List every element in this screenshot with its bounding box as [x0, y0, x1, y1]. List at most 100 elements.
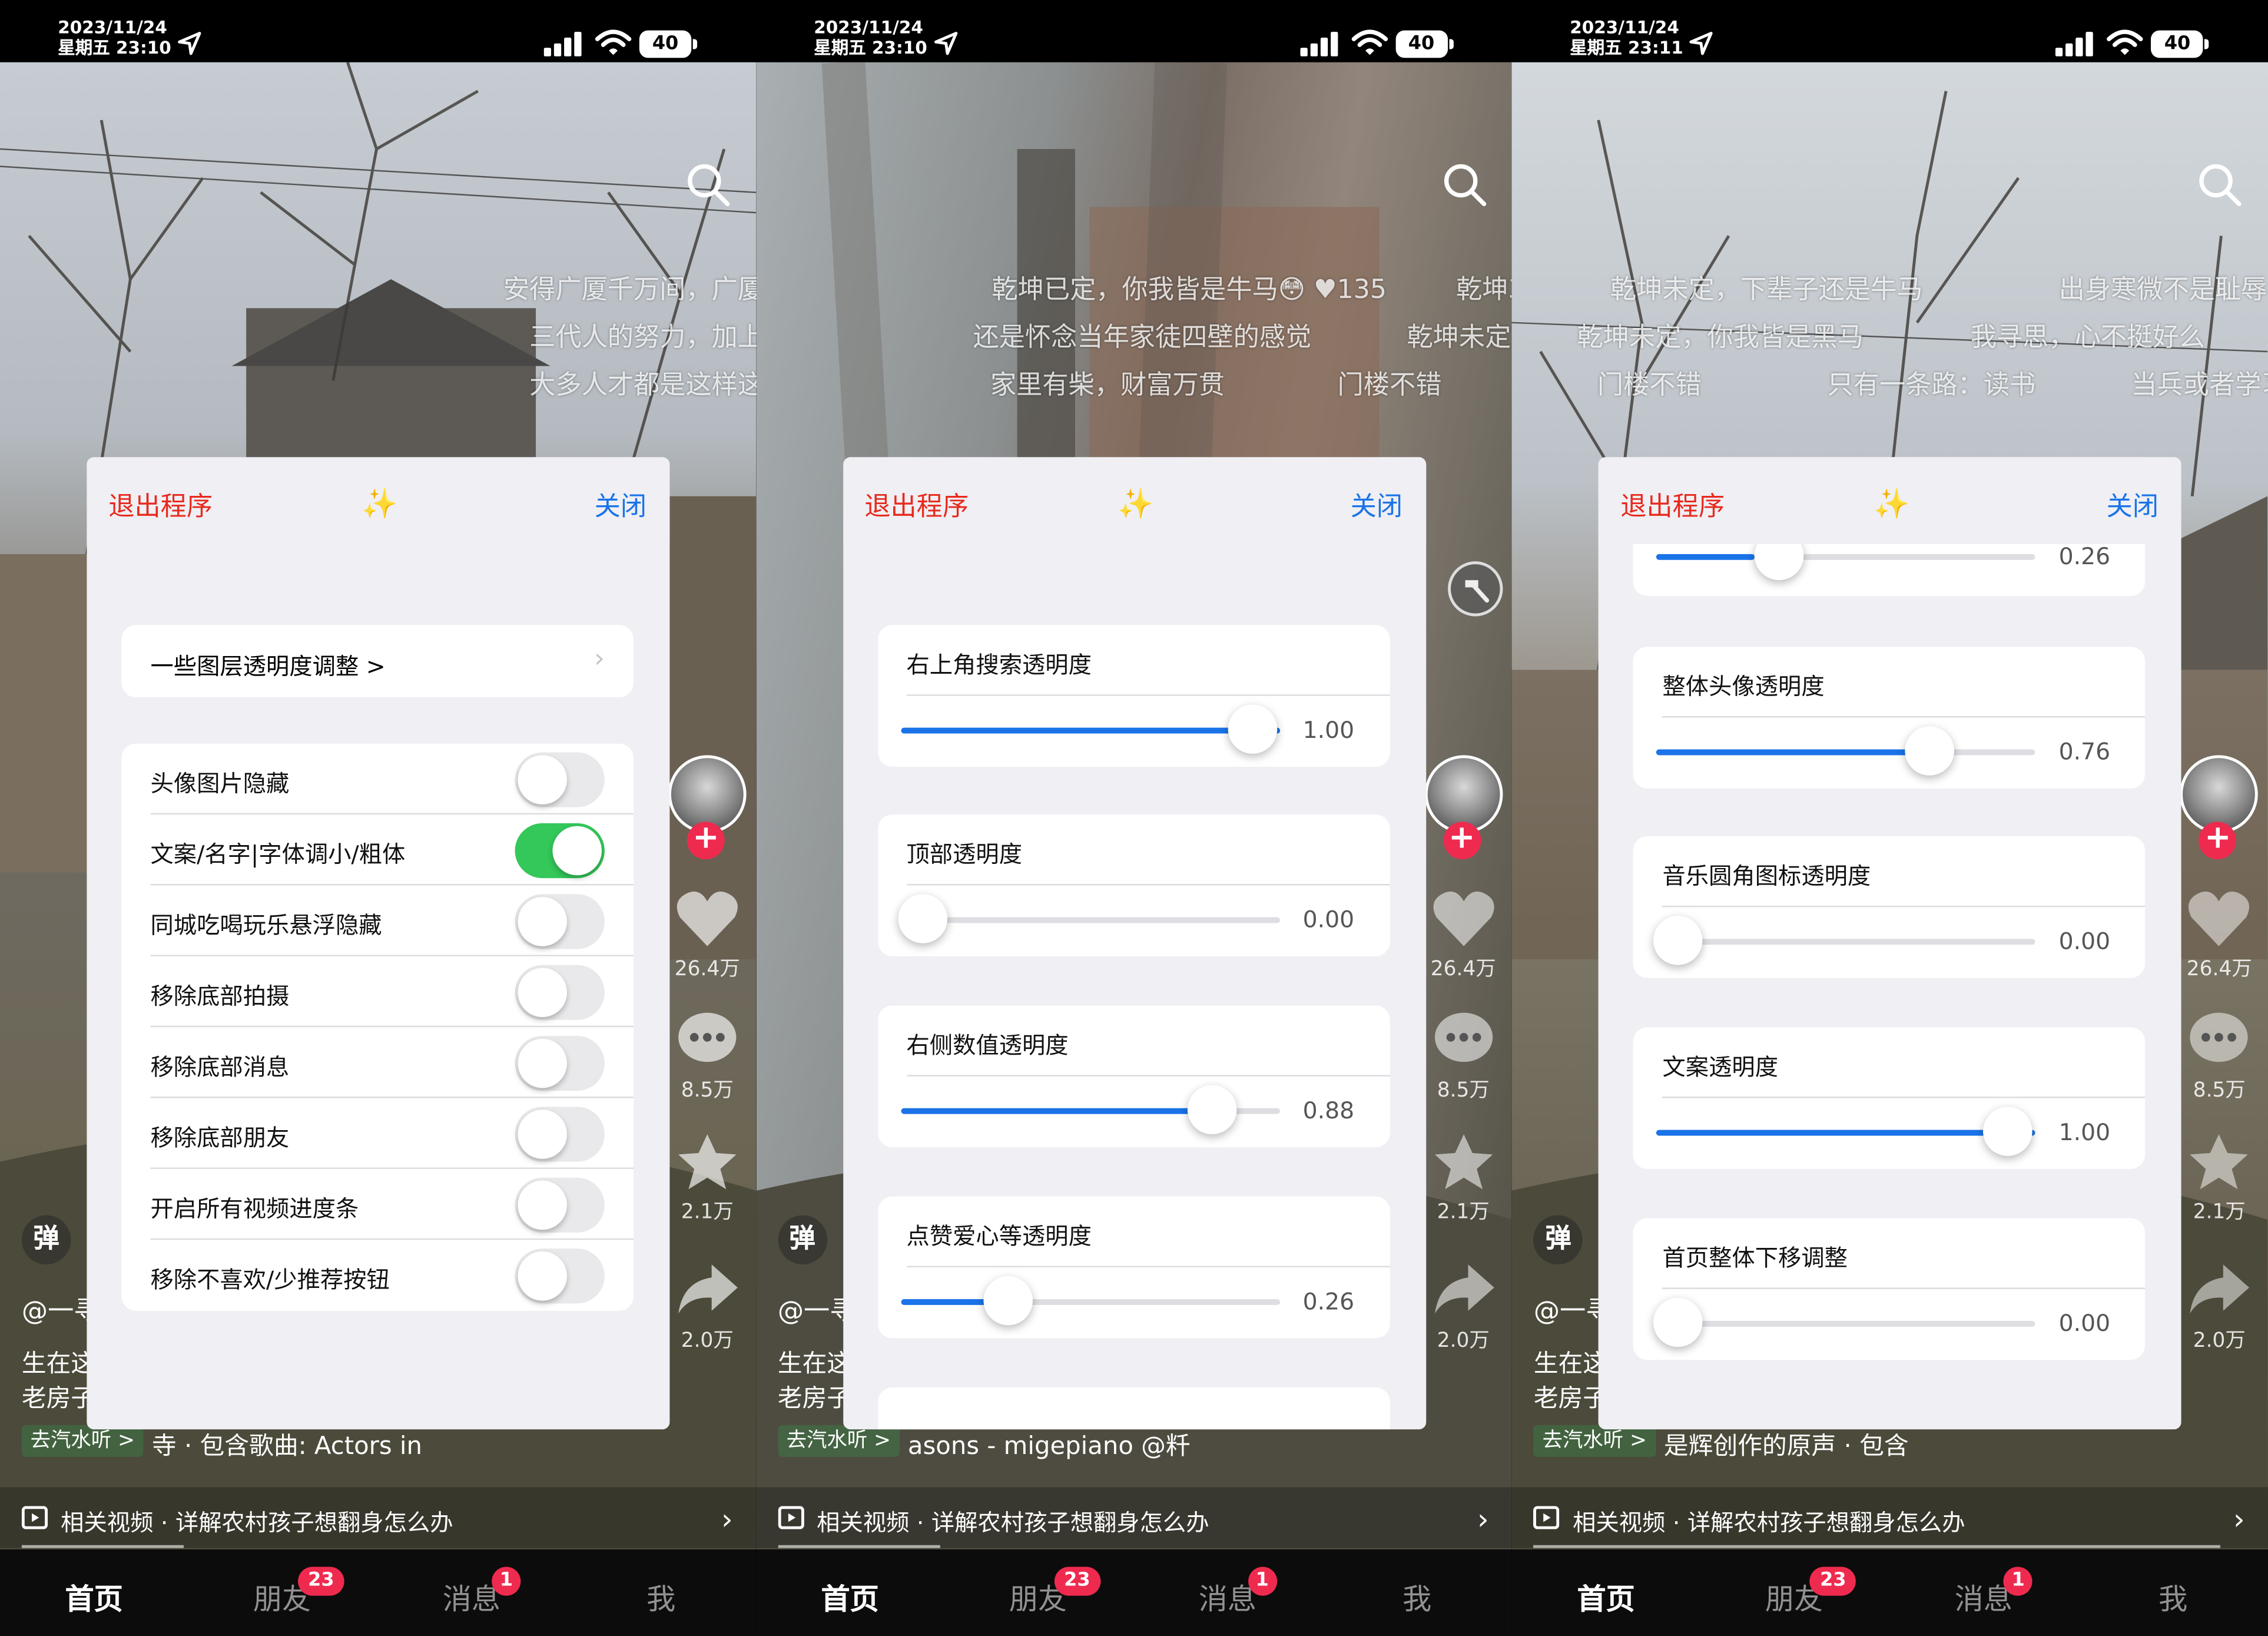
slider-track[interactable] [1656, 1130, 2036, 1136]
related-video-bar[interactable]: 相关视频 · 详解农村孩子想翻身怎么办 › [1511, 1487, 2268, 1548]
danmu-toggle-button[interactable]: 弹 [777, 1215, 827, 1265]
slider-thumb[interactable] [1653, 916, 1703, 965]
slider-value: 0.76 [2058, 737, 2111, 766]
slider-thumb[interactable] [1983, 1107, 2033, 1156]
slider-track[interactable] [1656, 749, 2036, 756]
slider-thumb[interactable] [1227, 704, 1277, 754]
row-divider [1662, 1287, 2146, 1289]
status-date: 2023/11/24 [814, 17, 923, 38]
heart-icon[interactable] [2186, 888, 2253, 949]
comment-icon[interactable] [674, 1010, 741, 1071]
toggle-switch[interactable] [515, 965, 605, 1020]
comments-count: 8.5万 [1437, 1079, 1490, 1102]
share-icon[interactable] [1430, 1259, 1497, 1319]
slider-track[interactable] [1656, 939, 2036, 945]
toggle-switch[interactable] [515, 1035, 605, 1091]
share-icon[interactable] [2186, 1259, 2253, 1319]
toggle-switch[interactable] [515, 894, 605, 949]
comment-icon[interactable] [1430, 1010, 1497, 1071]
search-icon[interactable] [1441, 162, 1488, 208]
toggle-row: 移除不喜欢/少推荐按钮 [121, 1240, 634, 1310]
danmaku-comment: 乾坤35 [1455, 274, 1512, 306]
shares-count: 2.0万 [681, 1329, 734, 1353]
close-button[interactable]: 关闭 [1351, 486, 1402, 524]
exit-program-button[interactable]: 退出程序 [108, 486, 213, 524]
slider-track[interactable] [900, 917, 1280, 923]
switch-knob [518, 897, 568, 946]
row-divider [906, 1266, 1390, 1268]
slider-track[interactable] [1656, 554, 2036, 560]
slider-card: 顶部透明度 0.00 [877, 814, 1390, 956]
toggle-switch[interactable] [515, 1107, 605, 1162]
music-app-tag[interactable]: 去汽水听 > [777, 1425, 900, 1457]
video-progress-bar[interactable] [21, 1545, 184, 1548]
row-divider [906, 884, 1390, 886]
search-icon[interactable] [685, 162, 732, 208]
favorites-count: 2.1万 [2193, 1201, 2246, 1224]
toggle-switch[interactable] [515, 823, 605, 879]
star-icon[interactable] [2186, 1131, 2253, 1192]
switch-knob [552, 826, 602, 876]
music-app-tag[interactable]: 去汽水听 > [21, 1425, 144, 1457]
heart-icon[interactable] [674, 888, 741, 949]
slider-track[interactable] [900, 727, 1280, 734]
slider-card: 右上角搜索透明度 1.00 [877, 625, 1390, 767]
video-progress-bar[interactable] [777, 1545, 940, 1548]
slider-thumb[interactable] [983, 1276, 1033, 1326]
music-info[interactable]: asons - migepiano @粁 [908, 1425, 1191, 1461]
slider-track[interactable] [1656, 1320, 2036, 1327]
tab-home[interactable]: 首页 [65, 1575, 123, 1617]
music-info[interactable]: 寺 · 包含歌曲: Actors in [152, 1425, 422, 1461]
follow-button[interactable]: + [1443, 821, 1481, 860]
toggle-switch[interactable] [515, 752, 605, 807]
toggle-row: 开启所有视频进度条 [121, 1169, 634, 1240]
row-divider [1662, 1097, 2146, 1098]
slider-thumb[interactable] [1188, 1085, 1238, 1135]
slider-thumb[interactable] [897, 894, 947, 943]
messages-badge: 1 [492, 1567, 521, 1596]
hammer-icon[interactable] [1447, 560, 1504, 618]
play-icon [1533, 1506, 1560, 1529]
slider-value: 0.26 [2058, 542, 2111, 570]
danmu-toggle-button[interactable]: 弹 [21, 1215, 71, 1265]
search-icon[interactable] [2197, 162, 2244, 208]
follow-button[interactable]: + [2199, 821, 2237, 860]
chevron-right-icon: › [721, 1501, 733, 1536]
favorites-count: 2.1万 [1437, 1201, 1490, 1224]
video-progress-bar[interactable] [1533, 1545, 2221, 1548]
location-arrow-icon [1690, 32, 1713, 55]
danmaku-comment: 家里有柴，财富万贯 [990, 370, 1225, 401]
location-arrow-icon [178, 32, 201, 55]
star-icon[interactable] [674, 1131, 741, 1192]
close-button[interactable]: 关闭 [2107, 486, 2158, 524]
tab-me[interactable]: 我 [2158, 1575, 2187, 1617]
related-video-bar[interactable]: 相关视频 · 详解农村孩子想翻身怎么办 › [0, 1487, 756, 1548]
related-video-bar[interactable]: 相关视频 · 详解农村孩子想翻身怎么办 › [755, 1487, 1512, 1548]
share-icon[interactable] [674, 1259, 741, 1319]
tab-home[interactable]: 首页 [1577, 1575, 1635, 1617]
toggle-label: 移除不喜欢/少推荐按钮 [150, 1266, 390, 1294]
toggle-switch[interactable] [515, 1177, 605, 1233]
slider-track[interactable] [900, 1299, 1280, 1305]
heart-icon[interactable] [1430, 888, 1497, 949]
switch-knob [518, 1251, 568, 1301]
slider-thumb[interactable] [1904, 726, 1954, 776]
exit-program-button[interactable]: 退出程序 [1620, 486, 1725, 524]
tab-me[interactable]: 我 [1402, 1575, 1431, 1617]
slider-thumb[interactable] [1653, 1297, 1703, 1347]
music-app-tag[interactable]: 去汽水听 > [1533, 1425, 1656, 1457]
music-info[interactable]: 是辉创作的原声 · 包含 [1664, 1425, 1909, 1461]
layer-opacity-nav-item[interactable]: 一些图层透明度调整 > › [121, 625, 634, 698]
video-caption: 生在这 [1533, 1350, 1608, 1379]
tab-home[interactable]: 首页 [821, 1575, 879, 1617]
toggle-switch[interactable] [515, 1248, 605, 1304]
comment-icon[interactable] [2186, 1010, 2253, 1071]
tab-me[interactable]: 我 [646, 1575, 675, 1617]
follow-button[interactable]: + [687, 821, 725, 860]
close-button[interactable]: 关闭 [595, 486, 646, 524]
star-icon[interactable] [1430, 1131, 1497, 1192]
related-video-label: 相关视频 · 详解农村孩子想翻身怎么办 [1573, 1509, 1965, 1536]
exit-program-button[interactable]: 退出程序 [864, 486, 969, 524]
battery-icon: 40 [639, 30, 698, 58]
phone-screen-3: 2023/11/24 星期五 23:11 40 乾坤未定，下辈子还是牛马 出身寒… [1511, 0, 2268, 1636]
